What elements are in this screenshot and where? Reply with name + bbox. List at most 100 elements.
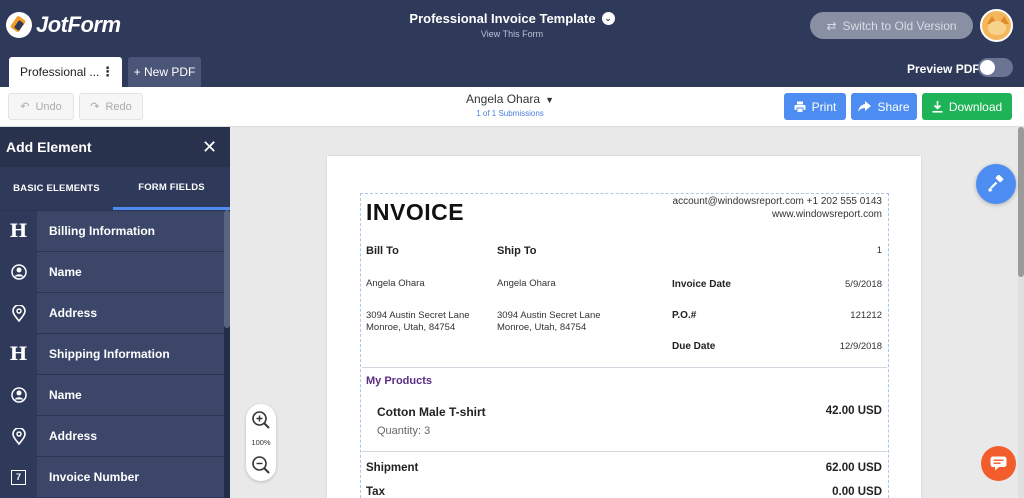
zoom-in-icon[interactable]	[251, 410, 271, 430]
invoice-date-label: Invoice Date	[672, 279, 731, 290]
swap-arrows-icon: ⇄	[826, 18, 837, 33]
po-label: P.O.#	[672, 310, 697, 321]
tab-form-fields[interactable]: FORM FIELDS	[113, 167, 230, 210]
new-pdf-button[interactable]: + New PDF	[128, 57, 201, 87]
cat-avatar-icon	[988, 21, 1006, 35]
toggle-knob	[980, 60, 995, 75]
share-label: Share	[877, 99, 910, 114]
tab-basic-elements[interactable]: BASIC ELEMENTS	[0, 167, 113, 210]
download-button[interactable]: Download	[922, 93, 1012, 120]
list-item[interactable]: 7 Invoice Number	[0, 456, 224, 498]
shipment-amount[interactable]: 62.00 USD	[826, 462, 882, 474]
submission-name[interactable]: Angela Ohara	[466, 92, 540, 106]
share-arrow-icon	[858, 101, 872, 112]
tax-label: Tax	[366, 486, 385, 498]
my-products-heading: My Products	[366, 375, 433, 387]
caret-down-icon[interactable]: ▼	[545, 95, 554, 105]
list-item[interactable]: H Billing Information	[0, 210, 224, 252]
location-pin-icon	[0, 415, 37, 457]
submission-selector[interactable]: Angela Ohara ▼ 1 of 1 Submissions	[400, 92, 620, 118]
undo-label: Undo	[35, 100, 62, 113]
zoom-out-icon[interactable]	[251, 455, 271, 475]
field-label: Billing Information	[49, 224, 155, 238]
print-label: Print	[811, 99, 837, 114]
due-date-value[interactable]: 12/9/2018	[840, 341, 882, 352]
invoice-section[interactable]	[360, 193, 889, 498]
scrollbar-thumb[interactable]	[1018, 127, 1024, 277]
tab-label: Professional ...	[20, 65, 100, 79]
download-label: Download	[948, 99, 1003, 114]
list-item[interactable]: Name	[0, 374, 224, 416]
switch-old-version-label: Switch to Old Version	[842, 18, 957, 33]
switch-old-version-button[interactable]: ⇄ Switch to Old Version	[810, 12, 973, 39]
ship-to-label: Ship To	[497, 245, 537, 257]
print-button[interactable]: Print	[784, 93, 846, 120]
ship-address-line2[interactable]: Monroe, Utah, 84754	[497, 322, 586, 333]
heading-icon: H	[0, 333, 37, 375]
tab-professional-invoice[interactable]: Professional ... ⋮	[9, 57, 122, 87]
user-icon	[0, 374, 37, 416]
field-label: Invoice Number	[49, 470, 140, 484]
invoice-date-value[interactable]: 5/9/2018	[845, 279, 882, 290]
form-title[interactable]: Professional Invoice Template	[409, 11, 595, 26]
zoom-level: 100%	[251, 438, 271, 447]
redo-label: Redo	[105, 100, 132, 113]
form-title-dropdown[interactable]: Professional Invoice Template ⌄	[409, 11, 615, 26]
undo-icon: ↶	[20, 101, 30, 113]
user-icon	[0, 251, 37, 293]
tax-amount[interactable]: 0.00 USD	[832, 486, 882, 498]
field-label: Shipping Information	[49, 347, 170, 361]
more-options-icon[interactable]: ⋮	[101, 65, 114, 78]
top-header: JotForm Professional Invoice Template ⌄ …	[0, 0, 1024, 52]
invoice-title[interactable]: INVOICE	[366, 199, 464, 226]
section-divider	[362, 451, 887, 452]
chat-bubble-icon	[990, 456, 1007, 471]
company-email-phone[interactable]: account@windowsreport.com +1 202 555 014…	[673, 196, 882, 207]
redo-icon: ↷	[90, 101, 100, 113]
list-item[interactable]: Name	[0, 251, 224, 293]
redo-button[interactable]: ↷ Redo	[79, 93, 143, 120]
canvas-scrollbar[interactable]	[1018, 127, 1024, 498]
product-name[interactable]: Cotton Male T-shirt	[377, 405, 486, 419]
bill-address-line1[interactable]: 3094 Austin Secret Lane	[366, 310, 470, 321]
list-item[interactable]: Address	[0, 415, 224, 457]
printer-icon	[794, 101, 806, 113]
preview-pdf-toggle[interactable]	[978, 58, 1013, 77]
product-quantity[interactable]: Quantity: 3	[377, 425, 430, 437]
submission-count-link[interactable]: 1 of 1 Submissions	[400, 109, 620, 118]
ship-to-name[interactable]: Angela Ohara	[497, 278, 556, 289]
heading-icon: H	[0, 210, 37, 252]
download-icon	[932, 100, 943, 113]
due-date-label: Due Date	[672, 341, 716, 352]
avatar[interactable]	[980, 9, 1013, 42]
bill-address-line2[interactable]: Monroe, Utah, 84754	[366, 322, 455, 333]
chat-support-button[interactable]	[981, 446, 1016, 481]
number-icon: 7	[0, 456, 37, 498]
ship-address-line1[interactable]: 3094 Austin Secret Lane	[497, 310, 601, 321]
field-label: Name	[49, 388, 82, 402]
company-website[interactable]: www.windowsreport.com	[772, 209, 882, 220]
list-item[interactable]: Address	[0, 292, 224, 334]
close-icon[interactable]: ✕	[202, 137, 217, 158]
share-button[interactable]: Share	[851, 93, 917, 120]
paint-roller-button[interactable]	[976, 164, 1016, 204]
panel-title: Add Element	[6, 139, 92, 155]
field-label: Address	[49, 429, 98, 443]
po-value[interactable]: 121212	[850, 310, 882, 321]
bill-to-label: Bill To	[366, 245, 399, 257]
field-label: Address	[49, 306, 98, 320]
document-tab-bar: Professional ... ⋮ + New PDF	[0, 52, 1024, 87]
product-price[interactable]: 42.00 USD	[826, 405, 882, 417]
chevron-down-icon[interactable]: ⌄	[601, 12, 615, 25]
paint-roller-icon	[988, 175, 1004, 192]
undo-button[interactable]: ↶ Undo	[8, 93, 74, 120]
bill-to-name[interactable]: Angela Ohara	[366, 278, 425, 289]
preview-pdf-label: Preview PDF	[907, 62, 980, 76]
list-item[interactable]: H Shipping Information	[0, 333, 224, 375]
add-element-panel: Add Element ✕ BASIC ELEMENTS FORM FIELDS…	[0, 127, 230, 498]
form-field-list: H Billing Information Name Address H Shi…	[0, 210, 224, 498]
field-label: Name	[49, 265, 82, 279]
invoice-number-value[interactable]: 1	[877, 245, 882, 256]
section-divider	[362, 367, 887, 368]
panel-tabs: BASIC ELEMENTS FORM FIELDS	[0, 167, 230, 210]
